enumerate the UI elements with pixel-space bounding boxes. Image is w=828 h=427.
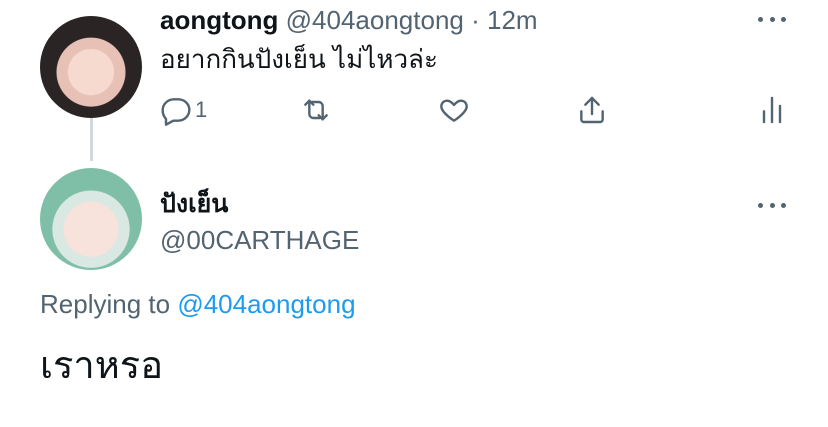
retweet-button[interactable] xyxy=(300,94,332,126)
replying-to-mention[interactable]: @404aongtong xyxy=(177,289,355,319)
avatar-00carthage[interactable] xyxy=(40,168,142,270)
original-author-name[interactable]: aongtong xyxy=(160,5,278,35)
retweet-icon xyxy=(304,99,328,121)
reply-tweet-text: เราหรอ xyxy=(40,345,164,387)
reply-author-handle[interactable]: @00CARTHAGE xyxy=(160,224,359,256)
replying-to-label: Replying to xyxy=(40,289,171,319)
reply-more-options-button[interactable] xyxy=(758,200,786,210)
reply-count: 1 xyxy=(195,97,208,122)
analytics-icon xyxy=(762,96,782,124)
share-button[interactable] xyxy=(576,94,608,126)
thread-line xyxy=(90,116,93,161)
tweet-timestamp[interactable]: 12m xyxy=(487,5,538,35)
more-icon-dot xyxy=(781,16,786,22)
original-tweet-text: อยากกินปังเย็น ไม่ไหวล่ะ xyxy=(160,44,438,74)
more-icon-dot xyxy=(769,202,775,208)
reply-author-name[interactable]: ปังเย็น xyxy=(160,188,228,220)
share-icon xyxy=(580,96,604,124)
reply-button[interactable]: 1 xyxy=(160,94,207,126)
more-icon xyxy=(758,202,763,208)
more-icon-dot xyxy=(781,202,786,208)
header-separator: · xyxy=(471,5,480,35)
original-author-handle[interactable]: @404aongtong xyxy=(286,5,464,35)
like-icon xyxy=(440,99,468,122)
like-button[interactable] xyxy=(438,94,470,126)
more-icon xyxy=(758,16,763,22)
original-tweet-header: aongtong @404aongtong · 12m xyxy=(160,4,538,36)
reply-icon xyxy=(161,98,191,126)
more-options-button[interactable] xyxy=(758,14,786,24)
tweet-actions: 1 xyxy=(160,94,784,128)
replying-to-line: Replying to @404aongtong xyxy=(40,288,356,320)
avatar-aongtong[interactable] xyxy=(40,16,142,118)
more-icon-dot xyxy=(769,16,775,22)
analytics-button[interactable] xyxy=(756,94,788,126)
